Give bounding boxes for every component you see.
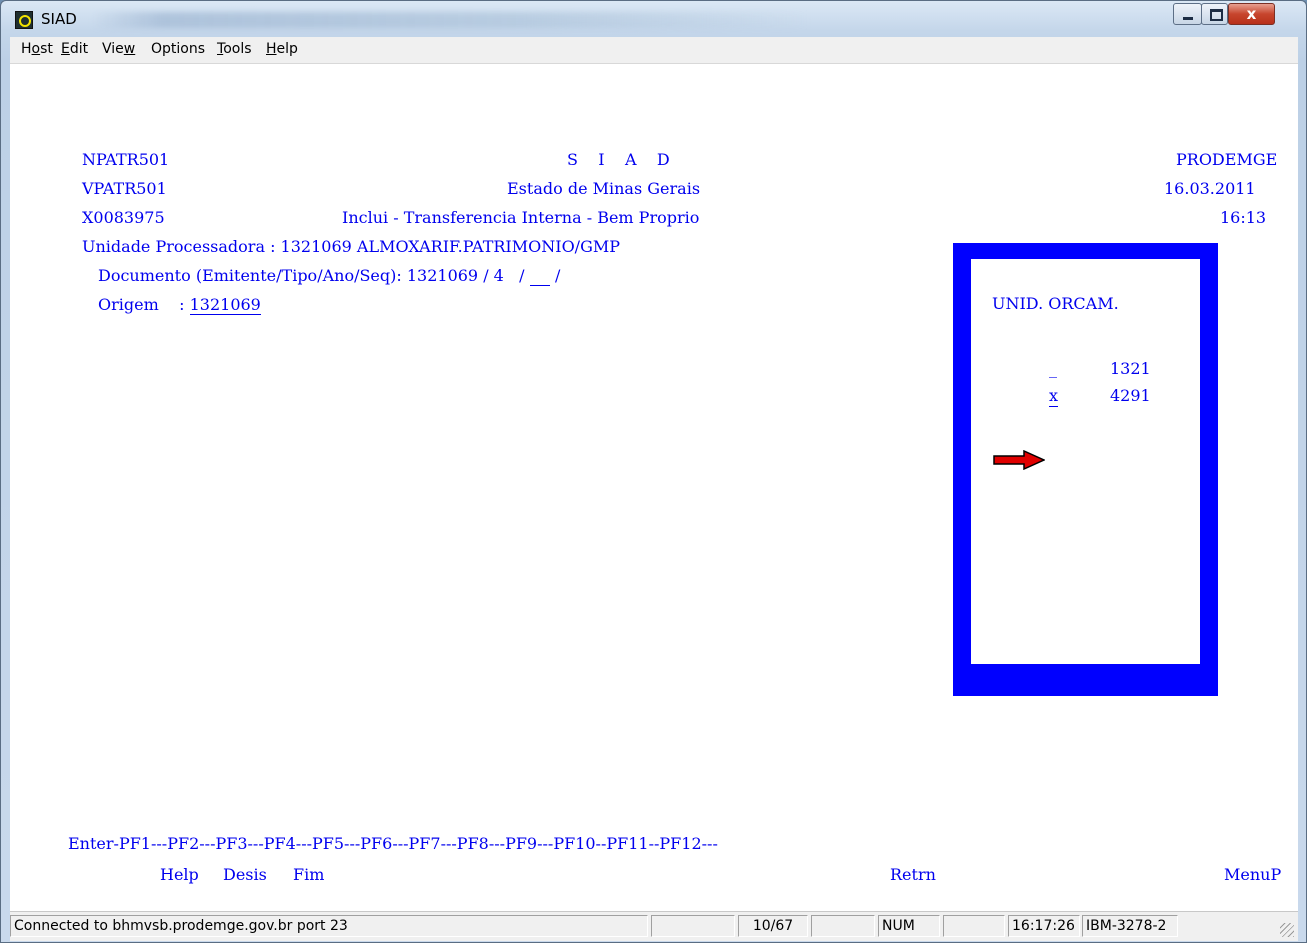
system-title: S I A D (567, 150, 670, 169)
pf-key-line: Enter-PF1---PF2---PF3---PF4---PF5---PF6-… (68, 834, 718, 853)
pf12-menup[interactable]: MenuP (1224, 865, 1281, 885)
menu-tools[interactable]: Tools (217, 41, 252, 57)
menu-edit[interactable]: Edit (61, 41, 88, 57)
status-bar: Connected to bhmvsb.prodemge.gov.br port… (10, 911, 1298, 941)
state-name: Estado de Minas Gerais (507, 179, 701, 198)
operation-title: Inclui - Transferencia Interna - Bem Pro… (342, 208, 700, 227)
origem-label: Origem : (98, 295, 190, 314)
close-icon: x (1246, 5, 1257, 23)
date-display: 16.03.2011 (1164, 179, 1256, 198)
status-cell-blank-1 (651, 915, 735, 937)
pf3-fim[interactable]: Fim (293, 865, 324, 885)
connection-status: Connected to bhmvsb.prodemge.gov.br port… (10, 915, 648, 937)
pf2-desis[interactable]: Desis (223, 865, 267, 885)
popup-row-1-value: 1321 (1110, 359, 1151, 378)
resize-grip-icon[interactable] (1280, 923, 1294, 937)
program-id-3: X0083975 (82, 208, 165, 227)
program-id-2: VPATR501 (82, 179, 167, 198)
pf1-help[interactable]: Help (160, 865, 199, 885)
documento-label: Documento (Emitente/Tipo/Ano/Seq): 13210… (98, 266, 530, 285)
title-blur (91, 12, 811, 28)
popup-row-2-select[interactable]: x (1049, 386, 1059, 407)
documento-separator: / (549, 266, 561, 285)
menu-bar: Host Edit View Options Tools Help (10, 37, 1298, 64)
time-display: 16:13 (1220, 208, 1267, 227)
red-arrow-icon (993, 450, 1045, 470)
status-cell-blank-3 (943, 915, 1005, 937)
maximize-button[interactable] (1201, 3, 1228, 25)
company-name: PRODEMGE (1176, 150, 1278, 169)
emulator-window: SIAD x Host Edit View Options Tools Help… (0, 0, 1307, 943)
close-button[interactable]: x (1228, 3, 1275, 25)
menu-options[interactable]: Options (151, 41, 205, 57)
session-clock: 16:17:26 (1008, 915, 1080, 937)
documento-field: Documento (Emitente/Tipo/Ano/Seq): 13210… (98, 266, 560, 286)
num-lock-indicator: NUM (878, 915, 940, 937)
origem-input[interactable]: 1321069 (189, 295, 261, 315)
menu-host[interactable]: Host (21, 41, 53, 57)
program-id-1: NPATR501 (82, 150, 170, 169)
minimize-button[interactable] (1173, 3, 1202, 25)
documento-ano-input[interactable] (529, 266, 550, 286)
terminal-type: IBM-3278-2 (1082, 915, 1178, 937)
cursor-position: 10/67 (738, 915, 808, 937)
title-bar[interactable]: SIAD x (1, 1, 1306, 35)
pf9-retrn[interactable]: Retrn (890, 865, 936, 885)
popup-row-1-select[interactable]: _ (1049, 359, 1057, 379)
window-title: SIAD (41, 10, 77, 28)
origem-field: Origem : 1321069 (98, 295, 261, 315)
popup-header: UNID. ORCAM. (992, 294, 1119, 313)
menu-help[interactable]: Help (266, 41, 298, 57)
app-icon[interactable] (15, 11, 33, 29)
status-cell-blank-2 (811, 915, 875, 937)
popup-row-2-value: 4291 (1110, 386, 1151, 405)
unidade-processadora: Unidade Processadora : 1321069 ALMOXARIF… (82, 237, 620, 256)
menu-view[interactable]: View (102, 41, 135, 57)
